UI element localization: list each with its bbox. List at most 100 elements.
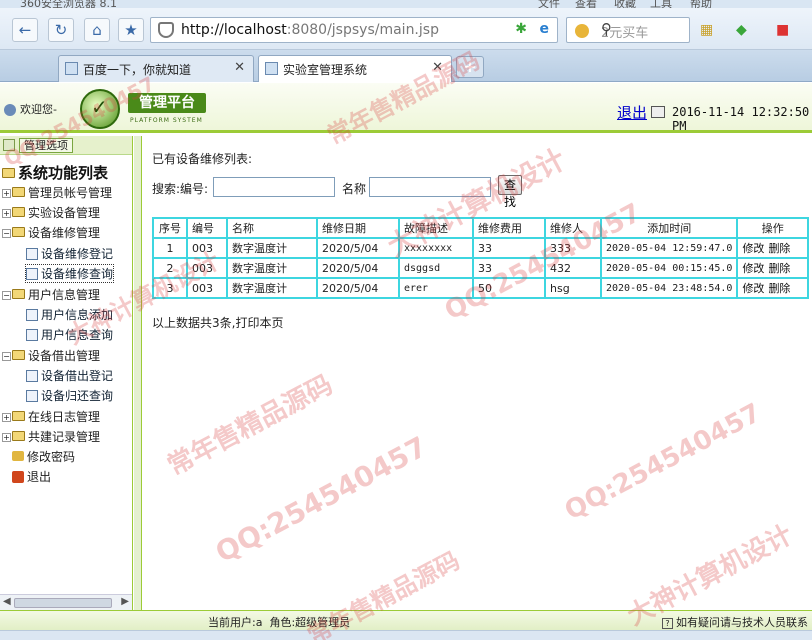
expand-icon[interactable]: + (2, 209, 11, 218)
page-caption: 已有设备维修列表: (152, 152, 253, 166)
cell-fault: xxxxxxxx (398, 237, 474, 259)
sidebar-item-repair-query[interactable]: 设备维修查询 (24, 264, 115, 283)
sidebar-item-admin-accounts[interactable]: + 管理员帐号管理 (2, 184, 112, 201)
menu-tools[interactable]: 工具 (650, 0, 672, 8)
collapse-icon[interactable]: − (2, 291, 11, 300)
close-icon[interactable]: ✕ (234, 60, 245, 75)
expand-icon[interactable]: + (2, 413, 11, 422)
sidebar-tag[interactable]: 管理选项 (19, 138, 73, 153)
adblock-icon[interactable]: ■ (776, 22, 789, 38)
welcome-label: 欢迎您- (20, 103, 57, 116)
sidebar-title-label: 系统功能列表 (18, 164, 109, 182)
delete-link[interactable]: 删除 (768, 242, 790, 255)
sidebar-item-exit[interactable]: 退出 (12, 468, 51, 485)
cell-repairer: hsg (544, 277, 602, 299)
new-tab-button[interactable]: + (456, 56, 484, 78)
sidebar-item-label: 设备借出登记 (41, 369, 114, 383)
browser-search-box[interactable]: 2元买车 ⚲ (566, 17, 690, 43)
folder-open-icon (12, 289, 25, 299)
print-page-link[interactable]: 打印本页 (235, 316, 283, 330)
cell-code: 003 (186, 277, 228, 299)
sidebar-item-equipment[interactable]: + 实验设备管理 (2, 204, 100, 221)
col-added-time: 添加时间 (599, 217, 739, 239)
scroll-left-icon[interactable]: ◀ (3, 596, 11, 607)
sidebar-item-users[interactable]: − 用户信息管理 (2, 286, 100, 303)
sidebar-item-lend-register[interactable]: 设备借出登记 (26, 367, 113, 384)
expand-icon[interactable]: + (2, 433, 11, 442)
search-code-label: 搜索:编号: (152, 182, 209, 196)
cell-code: 003 (186, 237, 228, 259)
edit-link[interactable]: 修改 (742, 242, 764, 255)
table-row: 2 003 数字温度计 2020/5/04 dsggsd 33 432 2020… (152, 257, 809, 279)
security-icon[interactable]: ◆ (736, 22, 747, 38)
edit-link[interactable]: 修改 (742, 282, 764, 295)
sidebar-item-logs[interactable]: + 在线日志管理 (2, 408, 100, 425)
menu-view[interactable]: 查看 (575, 0, 597, 8)
app-status-bar: 当前用户:a 角色:超级管理员 ? 如有疑问请与技术人员联系 (0, 610, 812, 630)
logout-link[interactable]: 退出 (617, 102, 647, 123)
cell-name: 数字温度计 (226, 277, 318, 299)
tab-lab-system[interactable]: 实验室管理系统 ✕ (258, 55, 452, 82)
frame-splitter[interactable] (134, 136, 142, 610)
edit-page-icon (26, 268, 38, 280)
calendar-icon (651, 106, 665, 118)
browser-title: 360安全浏览器 8.1 (20, 0, 117, 8)
sidebar-item-user-query[interactable]: 用户信息查询 (26, 326, 113, 343)
code-input[interactable] (213, 177, 335, 197)
sidebar-item-change-password[interactable]: 修改密码 (12, 448, 75, 465)
close-icon[interactable]: ✕ (432, 60, 443, 75)
find-button[interactable]: 查找 (498, 175, 523, 209)
col-fault: 故障描述 (398, 217, 474, 239)
sidebar-item-label: 管理员帐号管理 (28, 186, 113, 200)
sidebar-item-label: 设备维修查询 (41, 267, 114, 281)
logo-subtitle: PLATFORM SYSTEM (130, 117, 203, 124)
tab-baidu[interactable]: 百度一下，你就知道 ✕ (58, 55, 254, 82)
back-icon[interactable]: ← (12, 18, 38, 42)
collapse-icon[interactable]: − (2, 352, 11, 361)
search-icon[interactable]: ⚲ (601, 20, 683, 38)
edit-link[interactable]: 修改 (742, 262, 764, 275)
sidebar-horizontal-scrollbar[interactable]: ◀ ▶ (0, 594, 132, 610)
delete-link[interactable]: 删除 (768, 262, 790, 275)
home-icon[interactable]: ⌂ (84, 18, 110, 42)
expand-icon[interactable]: + (2, 189, 11, 198)
folder-open-icon (12, 350, 25, 360)
menu-help[interactable]: 帮助 (690, 0, 712, 8)
sidebar-item-records[interactable]: + 共建记录管理 (2, 428, 100, 445)
name-input[interactable] (369, 177, 491, 197)
cell-repair-date: 2020/5/04 (316, 257, 400, 279)
sidebar-item-lending[interactable]: − 设备借出管理 (2, 347, 100, 364)
folder-open-icon (2, 168, 15, 178)
ie-engine-icon[interactable]: e (540, 21, 550, 37)
apps-grid-icon[interactable]: ▦ (700, 22, 713, 38)
sidebar-item-label: 设备归还查询 (41, 389, 114, 403)
sidebar-item-return-query[interactable]: 设备归还查询 (26, 387, 113, 404)
col-actions: 操作 (736, 217, 809, 239)
collapse-icon[interactable]: − (2, 229, 11, 238)
sidebar-item-repair[interactable]: − 设备维修管理 (2, 224, 100, 241)
tab-strip: 百度一下，你就知道 ✕ 实验室管理系统 ✕ + (0, 50, 812, 82)
search-engine-icon (575, 24, 589, 38)
scroll-thumb[interactable] (14, 598, 112, 608)
compat-mode-icon[interactable]: ✱ (515, 21, 527, 37)
cell-added-time: 2020-05-04 12:59:47.0 (599, 237, 739, 259)
menu-favorites[interactable]: 收藏 (614, 0, 636, 8)
sidebar-item-repair-register[interactable]: 设备维修登记 (26, 245, 113, 262)
folder-open-icon (12, 227, 25, 237)
help-notice: ? 如有疑问请与技术人员联系 (662, 614, 808, 630)
refresh-icon[interactable]: ↻ (48, 18, 74, 42)
sidebar-header: 管理选项 (0, 136, 132, 155)
edit-page-icon (26, 370, 38, 382)
sidebar-item-user-add[interactable]: 用户信息添加 (26, 306, 113, 323)
scroll-right-icon[interactable]: ▶ (121, 596, 129, 607)
menu-file[interactable]: 文件 (538, 0, 560, 8)
main-content: 已有设备维修列表: 搜索:编号: 名称 查找 序号 编号 名称 维修日期 故障描… (143, 136, 812, 610)
delete-link[interactable]: 删除 (768, 282, 790, 295)
cell-repair-date: 2020/5/04 (316, 277, 400, 299)
cell-seq: 3 (152, 277, 188, 299)
address-bar[interactable]: http://localhost:8080/jspsys/main.jsp ✱ … (150, 17, 558, 43)
cell-name: 数字温度计 (226, 257, 318, 279)
exit-icon (12, 471, 24, 483)
star-icon[interactable]: ★ (118, 18, 144, 42)
sidebar-item-label: 用户信息管理 (28, 288, 101, 302)
